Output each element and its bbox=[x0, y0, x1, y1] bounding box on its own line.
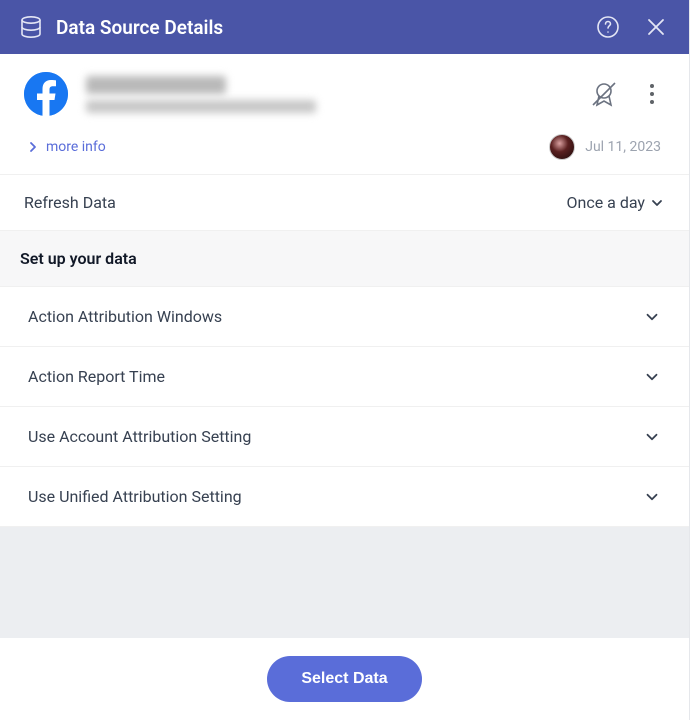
chevron-down-icon bbox=[643, 428, 661, 446]
chevron-down-icon bbox=[643, 368, 661, 386]
refresh-data-label: Refresh Data bbox=[24, 193, 116, 212]
more-info-label: more info bbox=[46, 139, 106, 155]
select-data-button[interactable]: Select Data bbox=[267, 656, 421, 702]
chevron-down-icon bbox=[649, 195, 665, 211]
row-label: Use Unified Attribution Setting bbox=[28, 487, 242, 506]
header-actions bbox=[595, 14, 669, 40]
panel-footer: Select Data bbox=[0, 638, 689, 720]
certification-icon[interactable] bbox=[587, 77, 621, 111]
database-icon bbox=[20, 15, 42, 39]
row-label: Action Report Time bbox=[28, 367, 165, 386]
action-attribution-windows-row[interactable]: Action Attribution Windows bbox=[0, 287, 689, 347]
chevron-down-icon bbox=[643, 488, 661, 506]
use-unified-attribution-row[interactable]: Use Unified Attribution Setting bbox=[0, 467, 689, 527]
refresh-frequency-dropdown[interactable]: Once a day bbox=[566, 193, 665, 212]
more-info-meta: Jul 11, 2023 bbox=[549, 134, 661, 160]
data-source-details-panel: Data Source Details bbox=[0, 0, 690, 720]
use-account-attribution-row[interactable]: Use Account Attribution Setting bbox=[0, 407, 689, 467]
close-icon[interactable] bbox=[643, 14, 669, 40]
setup-section-header: Set up your data bbox=[0, 231, 689, 287]
source-title-block bbox=[86, 76, 569, 113]
help-icon[interactable] bbox=[595, 14, 621, 40]
more-options-icon[interactable] bbox=[639, 77, 665, 111]
source-subtitle-redacted bbox=[86, 100, 316, 113]
source-summary-row bbox=[0, 54, 689, 130]
panel-header: Data Source Details bbox=[0, 0, 689, 54]
facebook-icon bbox=[24, 72, 68, 116]
row-label: Use Account Attribution Setting bbox=[28, 427, 251, 446]
row-label: Action Attribution Windows bbox=[28, 307, 222, 326]
action-report-time-row[interactable]: Action Report Time bbox=[0, 347, 689, 407]
last-updated-date: Jul 11, 2023 bbox=[585, 139, 661, 155]
panel-title: Data Source Details bbox=[56, 16, 595, 39]
user-avatar[interactable] bbox=[549, 134, 575, 160]
refresh-frequency-value: Once a day bbox=[566, 193, 645, 212]
source-name-redacted bbox=[86, 76, 226, 94]
more-info-link[interactable]: more info bbox=[28, 139, 106, 155]
more-info-row: more info Jul 11, 2023 bbox=[0, 130, 689, 175]
chevron-down-icon bbox=[643, 308, 661, 326]
empty-area bbox=[0, 527, 689, 638]
chevron-right-icon bbox=[28, 141, 38, 153]
refresh-data-row: Refresh Data Once a day bbox=[0, 175, 689, 231]
